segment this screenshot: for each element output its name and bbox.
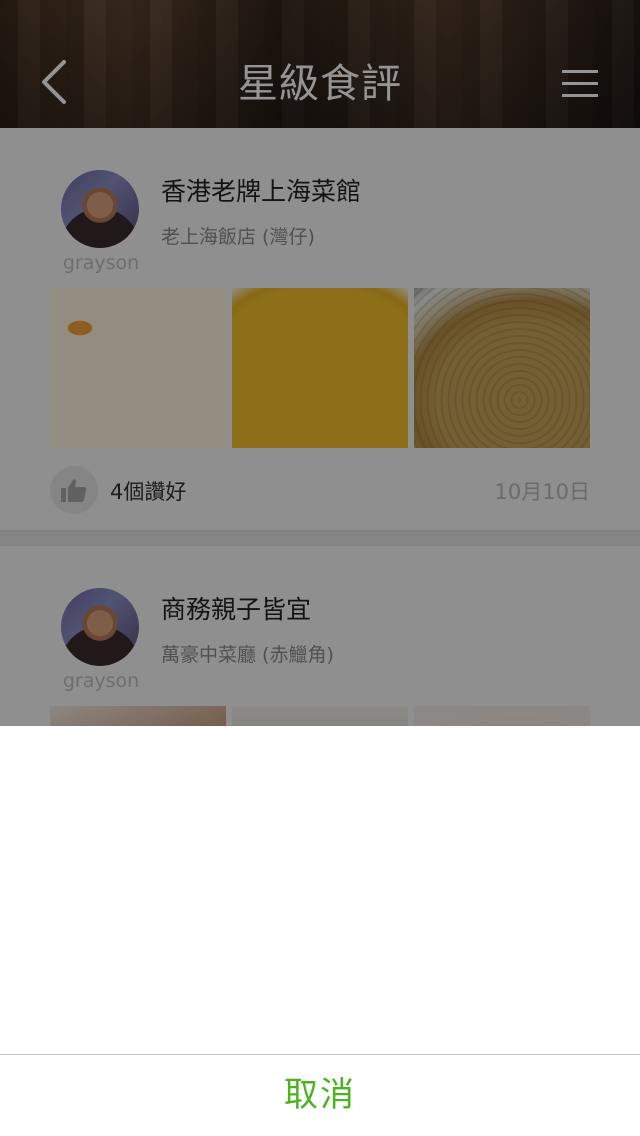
action-sheet: 取消 bbox=[0, 726, 640, 1136]
screen: 星級食評 grayson 香港老牌上海菜館 老上海飯店 (灣仔) 4個讚好 10… bbox=[0, 0, 640, 1136]
cancel-button[interactable]: 取消 bbox=[0, 1055, 640, 1136]
dim-overlay[interactable] bbox=[0, 0, 640, 726]
